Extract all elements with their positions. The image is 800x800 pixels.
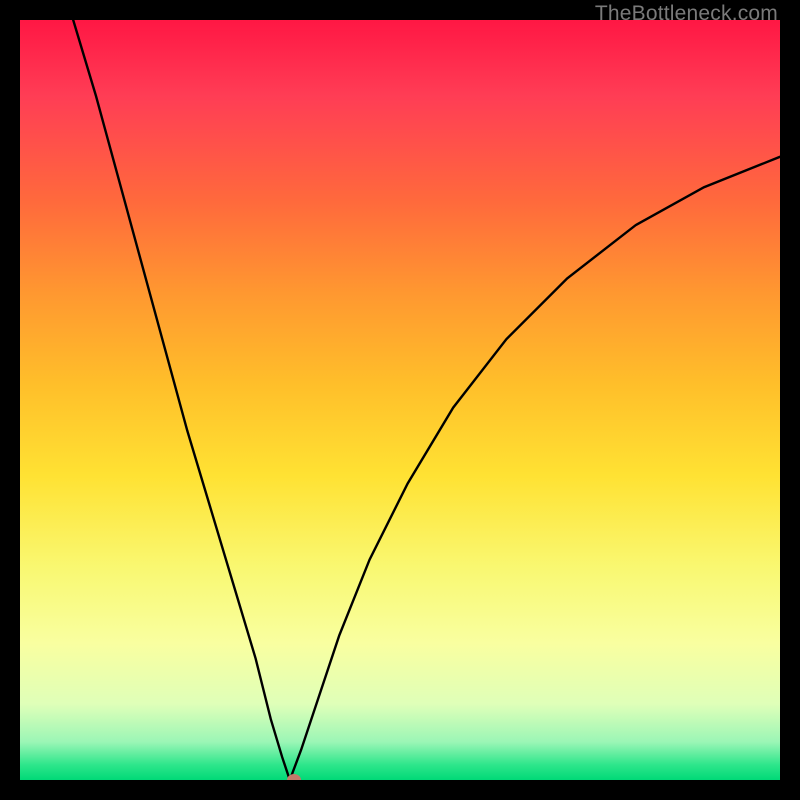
optimal-point-marker [287,774,301,780]
watermark-label: TheBottleneck.com [595,2,778,26]
bottleneck-curve [20,20,780,780]
plot-area [20,20,780,780]
chart-frame: TheBottleneck.com [0,0,800,800]
